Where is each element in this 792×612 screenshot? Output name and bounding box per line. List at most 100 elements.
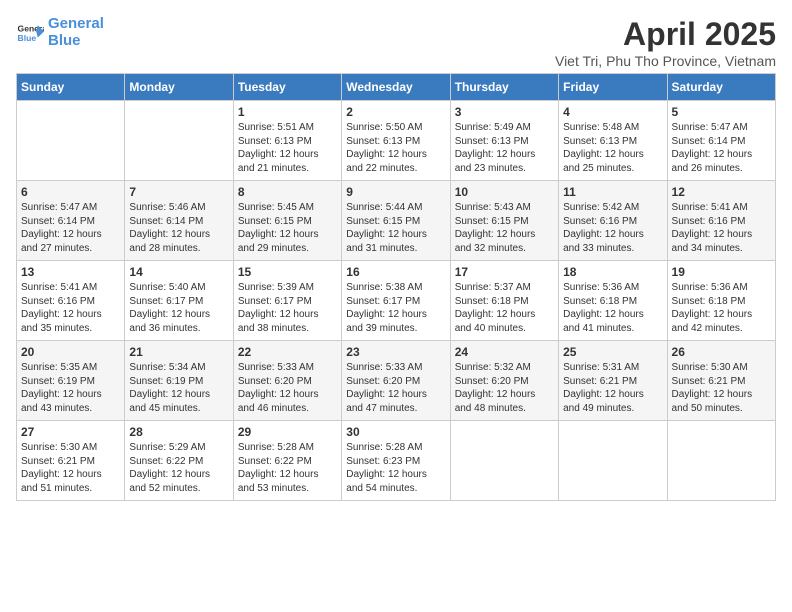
day-info: Sunrise: 5:41 AM Sunset: 6:16 PM Dayligh… [21, 281, 120, 335]
calendar-cell: 16 Sunrise: 5:38 AM Sunset: 6:17 PM Dayli… [342, 261, 450, 341]
calendar-cell: 20Sunrise: 5:35 AM Sunset: 6:19 PM Dayli… [17, 341, 125, 421]
day-info: Sunrise: 5:31 AM Sunset: 6:21 PM Dayligh… [563, 361, 662, 415]
day-number: 15 [238, 265, 337, 279]
day-info: Sunrise: 5:42 AM Sunset: 6:16 PM Dayligh… [563, 201, 662, 255]
calendar-cell: 17 Sunrise: 5:37 AM Sunset: 6:18 PM Dayli… [450, 261, 558, 341]
day-number: 21 [129, 345, 228, 359]
day-info: Sunrise: 5:44 AM Sunset: 6:15 PM Dayligh… [346, 201, 445, 255]
day-info: Sunrise: 5:45 AM Sunset: 6:15 PM Dayligh… [238, 201, 337, 255]
day-number: 29 [238, 425, 337, 439]
day-info: Sunrise: 5:28 AM Sunset: 6:22 PM Dayligh… [238, 441, 337, 495]
calendar-week-row: 1Sunrise: 5:51 AM Sunset: 6:13 PM Daylig… [17, 101, 776, 181]
page-subtitle: Viet Tri, Phu Tho Province, Vietnam [555, 53, 776, 69]
day-info: Sunrise: 5:48 AM Sunset: 6:13 PM Dayligh… [563, 121, 662, 175]
calendar-cell: 10Sunrise: 5:43 AM Sunset: 6:15 PM Dayli… [450, 181, 558, 261]
calendar-table: SundayMondayTuesdayWednesdayThursdayFrid… [16, 73, 776, 501]
day-info: Sunrise: 5:41 AM Sunset: 6:16 PM Dayligh… [672, 201, 771, 255]
day-info: Sunrise: 5:50 AM Sunset: 6:13 PM Dayligh… [346, 121, 445, 175]
calendar-cell: 18Sunrise: 5:36 AM Sunset: 6:18 PM Dayli… [559, 261, 667, 341]
calendar-cell [450, 421, 558, 501]
calendar-cell: 19 Sunrise: 5:36 AM Sunset: 6:18 PM Dayli… [667, 261, 775, 341]
day-info: Sunrise: 5:29 AM Sunset: 6:22 PM Dayligh… [129, 441, 228, 495]
day-info: Sunrise: 5:51 AM Sunset: 6:13 PM Dayligh… [238, 121, 337, 175]
header-friday: Friday [559, 74, 667, 101]
header-monday: Monday [125, 74, 233, 101]
day-info: Sunrise: 5:28 AM Sunset: 6:23 PM Dayligh… [346, 441, 445, 495]
logo: General Blue General Blue [16, 16, 104, 49]
calendar-header-row: SundayMondayTuesdayWednesdayThursdayFrid… [17, 74, 776, 101]
day-info: Sunrise: 5:37 AM Sunset: 6:18 PM Dayligh… [455, 281, 554, 335]
svg-text:Blue: Blue [18, 32, 37, 42]
day-number: 2 [346, 105, 445, 119]
day-number: 20 [21, 345, 120, 359]
day-number: 10 [455, 185, 554, 199]
day-info: Sunrise: 5:30 AM Sunset: 6:21 PM Dayligh… [21, 441, 120, 495]
day-number: 22 [238, 345, 337, 359]
day-info: Sunrise: 5:34 AM Sunset: 6:19 PM Dayligh… [129, 361, 228, 415]
calendar-cell: 6Sunrise: 5:47 AM Sunset: 6:14 PM Daylig… [17, 181, 125, 261]
day-number: 30 [346, 425, 445, 439]
day-number: 11 [563, 185, 662, 199]
calendar-cell: 13Sunrise: 5:41 AM Sunset: 6:16 PM Dayli… [17, 261, 125, 341]
day-number: 25 [563, 345, 662, 359]
day-number: 14 [129, 265, 228, 279]
day-info: Sunrise: 5:40 AM Sunset: 6:17 PM Dayligh… [129, 281, 228, 335]
day-info: Sunrise: 5:33 AM Sunset: 6:20 PM Dayligh… [238, 361, 337, 415]
header-tuesday: Tuesday [233, 74, 341, 101]
day-number: 7 [129, 185, 228, 199]
calendar-cell: 1Sunrise: 5:51 AM Sunset: 6:13 PM Daylig… [233, 101, 341, 181]
header-sunday: Sunday [17, 74, 125, 101]
calendar-cell: 3Sunrise: 5:49 AM Sunset: 6:13 PM Daylig… [450, 101, 558, 181]
header-wednesday: Wednesday [342, 74, 450, 101]
day-number: 17 [455, 265, 554, 279]
day-info: Sunrise: 5:47 AM Sunset: 6:14 PM Dayligh… [672, 121, 771, 175]
day-number: 28 [129, 425, 228, 439]
calendar-cell: 21 Sunrise: 5:34 AM Sunset: 6:19 PM Dayli… [125, 341, 233, 421]
page-title: April 2025 [555, 16, 776, 53]
day-number: 19 [672, 265, 771, 279]
day-number: 12 [672, 185, 771, 199]
calendar-week-row: 6Sunrise: 5:47 AM Sunset: 6:14 PM Daylig… [17, 181, 776, 261]
day-info: Sunrise: 5:36 AM Sunset: 6:18 PM Dayligh… [563, 281, 662, 335]
logo-text-line2: Blue [48, 33, 104, 50]
day-info: Sunrise: 5:30 AM Sunset: 6:21 PM Dayligh… [672, 361, 771, 415]
calendar-cell: 2 Sunrise: 5:50 AM Sunset: 6:13 PM Daylig… [342, 101, 450, 181]
day-number: 24 [455, 345, 554, 359]
calendar-cell: 4Sunrise: 5:48 AM Sunset: 6:13 PM Daylig… [559, 101, 667, 181]
calendar-cell: 30 Sunrise: 5:28 AM Sunset: 6:23 PM Dayli… [342, 421, 450, 501]
calendar-cell [667, 421, 775, 501]
day-info: Sunrise: 5:47 AM Sunset: 6:14 PM Dayligh… [21, 201, 120, 255]
calendar-week-row: 13Sunrise: 5:41 AM Sunset: 6:16 PM Dayli… [17, 261, 776, 341]
day-info: Sunrise: 5:36 AM Sunset: 6:18 PM Dayligh… [672, 281, 771, 335]
day-number: 8 [238, 185, 337, 199]
day-number: 5 [672, 105, 771, 119]
logo-icon: General Blue [16, 19, 44, 47]
calendar-cell: 5 Sunrise: 5:47 AM Sunset: 6:14 PM Daylig… [667, 101, 775, 181]
calendar-cell: 12 Sunrise: 5:41 AM Sunset: 6:16 PM Dayli… [667, 181, 775, 261]
header-thursday: Thursday [450, 74, 558, 101]
day-info: Sunrise: 5:33 AM Sunset: 6:20 PM Dayligh… [346, 361, 445, 415]
day-number: 23 [346, 345, 445, 359]
calendar-cell: 8 Sunrise: 5:45 AM Sunset: 6:15 PM Daylig… [233, 181, 341, 261]
day-info: Sunrise: 5:46 AM Sunset: 6:14 PM Dayligh… [129, 201, 228, 255]
calendar-cell: 14 Sunrise: 5:40 AM Sunset: 6:17 PM Dayli… [125, 261, 233, 341]
day-number: 27 [21, 425, 120, 439]
day-info: Sunrise: 5:38 AM Sunset: 6:17 PM Dayligh… [346, 281, 445, 335]
calendar-cell: 11 Sunrise: 5:42 AM Sunset: 6:16 PM Dayli… [559, 181, 667, 261]
calendar-cell: 29 Sunrise: 5:28 AM Sunset: 6:22 PM Dayli… [233, 421, 341, 501]
calendar-cell: 7 Sunrise: 5:46 AM Sunset: 6:14 PM Daylig… [125, 181, 233, 261]
calendar-cell: 22 Sunrise: 5:33 AM Sunset: 6:20 PM Dayli… [233, 341, 341, 421]
calendar-cell: 9 Sunrise: 5:44 AM Sunset: 6:15 PM Daylig… [342, 181, 450, 261]
day-number: 9 [346, 185, 445, 199]
day-info: Sunrise: 5:49 AM Sunset: 6:13 PM Dayligh… [455, 121, 554, 175]
calendar-cell: 25 Sunrise: 5:31 AM Sunset: 6:21 PM Dayli… [559, 341, 667, 421]
calendar-cell: 26Sunrise: 5:30 AM Sunset: 6:21 PM Dayli… [667, 341, 775, 421]
calendar-cell [125, 101, 233, 181]
title-area: April 2025 Viet Tri, Phu Tho Province, V… [555, 16, 776, 69]
calendar-cell: 23 Sunrise: 5:33 AM Sunset: 6:20 PM Dayli… [342, 341, 450, 421]
header-saturday: Saturday [667, 74, 775, 101]
day-number: 16 [346, 265, 445, 279]
calendar-cell: 28 Sunrise: 5:29 AM Sunset: 6:22 PM Dayli… [125, 421, 233, 501]
calendar-cell: 24Sunrise: 5:32 AM Sunset: 6:20 PM Dayli… [450, 341, 558, 421]
calendar-cell [559, 421, 667, 501]
